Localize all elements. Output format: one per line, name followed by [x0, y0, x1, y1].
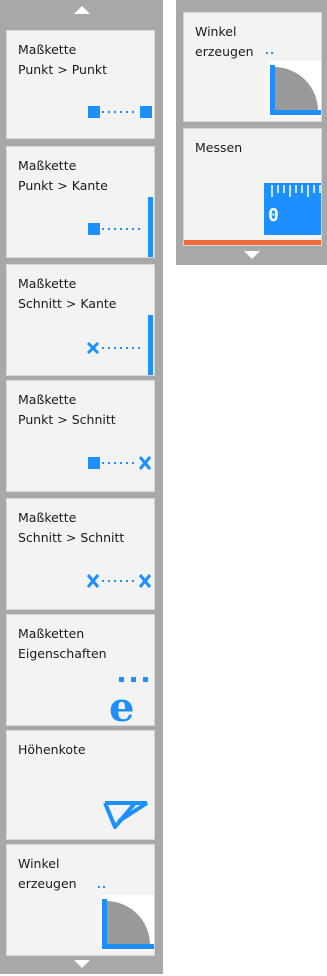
tool-dimension-properties[interactable]: Maßketten Eigenschaften e	[6, 614, 155, 726]
angle-create-icon	[98, 886, 154, 951]
dimension-intersection-edge-icon	[86, 315, 153, 375]
tool-dimension-point-edge[interactable]: Maßkette Punkt > Kante	[6, 146, 155, 258]
chevron-down-icon	[73, 960, 90, 968]
dimension-point-intersection-icon	[88, 456, 152, 470]
tool-measure[interactable]: Messen 0	[183, 128, 322, 246]
tool-label: Maßkette Punkt > Kante	[18, 158, 108, 193]
tool-label: Maßketten Eigenschaften	[18, 626, 107, 661]
tool-dimension-point-intersection[interactable]: Maßkette Punkt > Schnitt	[6, 380, 155, 492]
tool-dimension-intersection-intersection[interactable]: Maßkette Schnitt > Schnitt	[6, 498, 155, 610]
ruler-value: 0	[268, 205, 279, 226]
tool-label: Maßkette Punkt > Schnitt	[18, 392, 116, 427]
elevation-marker-icon	[103, 801, 149, 829]
tool-label: Höhenkote	[18, 742, 86, 757]
tool-label: Messen	[195, 140, 243, 155]
dimension-point-edge-icon	[88, 197, 153, 257]
scroll-up-button[interactable]	[6, 0, 157, 20]
right-tool-panel: Winkel erzeugen Messen 0	[176, 0, 327, 265]
highlight-bar	[184, 240, 321, 245]
tool-label: Maßkette Schnitt > Kante	[18, 276, 117, 311]
dimension-properties-icon: e	[109, 677, 148, 725]
chevron-up-icon	[73, 6, 90, 14]
tool-elevation-marker[interactable]: Höhenkote	[6, 730, 155, 840]
scroll-down-button[interactable]	[6, 956, 157, 976]
dimension-intersection-intersection-icon	[86, 574, 152, 588]
scroll-down-button[interactable]	[182, 247, 321, 267]
dimension-point-point-icon	[88, 106, 152, 118]
tool-label: Maßkette Schnitt > Schnitt	[18, 510, 125, 545]
tool-dimension-intersection-edge[interactable]: Maßkette Schnitt > Kante	[6, 264, 155, 376]
angle-create-icon	[266, 52, 321, 117]
tool-label: Maßkette Punkt > Punkt	[18, 42, 108, 77]
svg-text:e: e	[109, 684, 134, 725]
chevron-down-icon	[243, 251, 260, 259]
tool-angle-create[interactable]: Winkel erzeugen	[6, 844, 155, 956]
left-tool-panel: Maßkette Punkt > Punkt Maßkette Punkt > …	[0, 0, 163, 974]
tool-angle-create[interactable]: Winkel erzeugen	[183, 12, 322, 122]
tool-dimension-point-point[interactable]: Maßkette Punkt > Punkt	[6, 30, 155, 139]
